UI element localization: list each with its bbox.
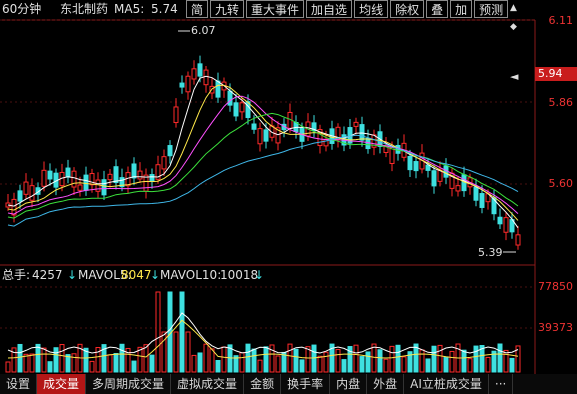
mavol5-down-arrow-icon: ↓ [150, 268, 161, 282]
volume-axis-label-mid: 39373 [538, 321, 573, 334]
tab-outer-disk[interactable]: 外盘 [367, 374, 405, 394]
mavol10-value: 10018 [220, 268, 259, 282]
tab-amount[interactable]: 金额 [244, 374, 282, 394]
mavol10-down-arrow-icon: ↓ [254, 268, 265, 282]
diamond-icon[interactable]: ◆ [510, 22, 520, 32]
simplified-button[interactable]: 简 [186, 0, 209, 18]
high-price-annotation: 6.07 [191, 24, 216, 37]
moving-average-button[interactable]: 均线 [354, 0, 389, 18]
overlay-button[interactable]: 叠 [426, 0, 449, 18]
tab-virtual-volume[interactable]: 虚拟成交量 [171, 374, 245, 394]
tab-ai-volume[interactable]: AI立桩成交量 [404, 374, 489, 394]
collapse-up-icon[interactable]: ▲ [510, 3, 520, 13]
tab-inner-disk[interactable]: 内盘 [330, 374, 368, 394]
indicator-tab-bar: 设置 成交量 多周期成交量 虚拟成交量 金额 换手率 内盘 外盘 AI立桩成交量… [0, 374, 577, 394]
stock-name: 东北制药 [60, 2, 109, 16]
tab-more[interactable]: ··· [489, 374, 514, 394]
price-axis-label-mid: 5.86 [548, 96, 574, 109]
volume-down-arrow-icon: ↓ [67, 268, 78, 282]
volume-axis-label-top: 77850 [538, 280, 573, 293]
tab-settings[interactable]: 设置 [0, 374, 38, 394]
kline-chart [0, 19, 536, 374]
add-button[interactable]: 加 [450, 0, 473, 18]
stock-chart-window: 60分钟 东北制药 MA5: 5.74 简 九转 重大事件 加自选 均线 除权 … [0, 0, 577, 394]
add-watchlist-button[interactable]: 加自选 [306, 0, 353, 18]
tab-multi-period-volume[interactable]: 多周期成交量 [86, 374, 172, 394]
current-price-tag: 5.94 [535, 67, 577, 81]
mavol5-value: 8047 [121, 268, 152, 282]
chart-toolbar: 简 九转 重大事件 加自选 均线 除权 叠 加 预测 [186, 0, 510, 20]
price-axis-label-top: 6.11 [548, 14, 574, 27]
forecast-button[interactable]: 预测 [474, 0, 509, 18]
volume-label: 总手: [2, 268, 31, 282]
ex-rights-button[interactable]: 除权 [390, 0, 425, 18]
tab-volume[interactable]: 成交量 [37, 374, 87, 394]
low-price-annotation: 5.39 [478, 246, 503, 259]
major-events-button[interactable]: 重大事件 [246, 0, 305, 18]
tab-turnover-rate[interactable]: 换手率 [281, 374, 331, 394]
price-axis-label-low: 5.60 [548, 177, 574, 190]
mavol10-label: MAVOL10: [160, 268, 222, 282]
pin-arrow-icon[interactable]: ◄ [510, 71, 520, 82]
jiuzhuan-button[interactable]: 九转 [210, 0, 245, 18]
volume-value: 4257 [32, 268, 63, 282]
ma5-label: MA5: [114, 2, 145, 16]
ma5-value: 5.74 [151, 2, 178, 16]
period-label: 60分钟 [2, 2, 42, 16]
